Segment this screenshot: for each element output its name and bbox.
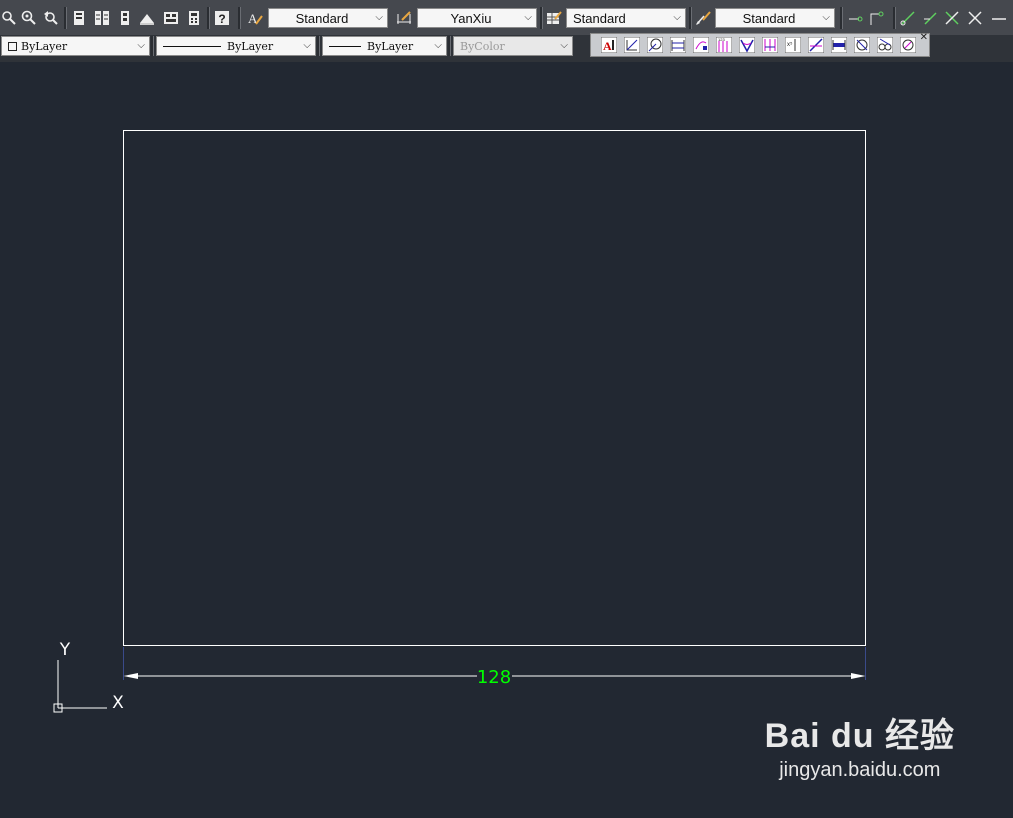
svg-text:A: A xyxy=(603,39,612,53)
arrow-right-icon xyxy=(851,673,866,679)
color-control-value: ByLayer xyxy=(21,39,68,53)
inspect-dim-icon[interactable] xyxy=(899,36,917,54)
dimension-style-icon[interactable] xyxy=(395,9,413,27)
drawing-rectangle xyxy=(123,130,866,646)
chevron-down-icon: ⌵ xyxy=(524,12,532,23)
color-swatch xyxy=(8,41,17,51)
watermark-url: jingyan.baidu.com xyxy=(779,759,941,781)
multileader-style-value: Standard xyxy=(742,10,796,26)
design-center-icon[interactable] xyxy=(93,9,111,27)
watermark-logo: Bai du 经验 xyxy=(764,717,955,755)
table-style-dropdown[interactable]: Standard ⌵ xyxy=(566,8,686,28)
properties-icon[interactable] xyxy=(70,9,88,27)
linetype-control-dropdown[interactable]: ByLayer ⌵ xyxy=(156,36,316,56)
text-annotation-icon[interactable]: A xyxy=(600,36,618,54)
plot-style-control-dropdown: ByColor ⌵ xyxy=(453,36,573,56)
continue-dim-icon[interactable] xyxy=(761,36,779,54)
arc-dim-icon[interactable] xyxy=(692,36,710,54)
zoom-realtime-icon[interactable] xyxy=(0,9,18,27)
chevron-down-icon: ⌵ xyxy=(560,40,568,51)
svg-text:?: ? xyxy=(218,12,225,26)
toolbar-separator xyxy=(238,7,241,29)
multileader-style-dropdown[interactable]: Standard ⌵ xyxy=(715,8,835,28)
dim-update-icon[interactable] xyxy=(830,36,848,54)
leader-collect-icon[interactable] xyxy=(921,9,939,27)
dimension-style-value: YanXiu xyxy=(450,10,492,26)
linear-dim-icon[interactable] xyxy=(623,36,641,54)
svg-text:x⁵: x⁵ xyxy=(787,41,793,48)
tolerance-icon[interactable] xyxy=(853,36,871,54)
toolbar-separator xyxy=(207,7,210,29)
text-style-dropdown[interactable]: Standard ⌵ xyxy=(268,8,388,28)
multileader-style-icon[interactable] xyxy=(694,9,712,27)
baidu-watermark: Bai du 经验 jingyan.baidu.com xyxy=(765,708,955,782)
dimension-text: 128 xyxy=(477,667,511,688)
dim-edit-text-icon[interactable]: x⁵ xyxy=(784,36,802,54)
chevron-down-icon: ⌵ xyxy=(673,12,681,23)
chevron-down-icon: ⌵ xyxy=(375,12,383,23)
lineweight-control-value: ByLayer xyxy=(367,39,414,53)
table-style-value: Standard xyxy=(573,10,626,26)
chevron-down-icon: ⌵ xyxy=(303,40,311,51)
toolbar-separator xyxy=(893,7,896,29)
text-style-value: Standard xyxy=(295,10,349,26)
toolbar-separator xyxy=(840,7,843,29)
arrow-left-icon xyxy=(123,673,138,679)
calculator-icon[interactable] xyxy=(185,9,203,27)
leader-align-icon[interactable] xyxy=(899,9,917,27)
zoom-previous-icon[interactable] xyxy=(42,9,60,27)
toolbar-separator xyxy=(448,36,451,56)
plot-style-control-value: ByColor xyxy=(460,39,505,53)
markup-set-icon[interactable] xyxy=(162,9,180,27)
zoom-window-icon[interactable] xyxy=(20,9,38,27)
ordinate-dim-icon[interactable]: 123 xyxy=(715,36,733,54)
chevron-down-icon: ⌵ xyxy=(137,40,145,51)
svg-text:123: 123 xyxy=(718,37,725,42)
toolbar-separator xyxy=(151,36,154,56)
dimension-toolbar: A 123 x⁵ ✕ xyxy=(590,32,930,57)
toolbar-separator xyxy=(540,7,543,29)
linetype-sample xyxy=(163,45,221,47)
ucs-x-label: X xyxy=(112,693,124,713)
help-icon[interactable]: ? xyxy=(213,9,231,27)
radius-dim-icon[interactable] xyxy=(646,36,664,54)
ucs-y-label: Y xyxy=(59,640,71,660)
toolbar-separator xyxy=(689,7,692,29)
lineweight-sample xyxy=(329,45,361,47)
baseline-dim-icon[interactable] xyxy=(669,36,687,54)
table-style-icon[interactable] xyxy=(545,9,563,27)
close-icon[interactable]: ✕ xyxy=(920,32,928,43)
drawing-canvas[interactable]: 128 Y X xyxy=(0,62,1013,818)
toolbar-separator xyxy=(64,7,67,29)
sheet-set-icon[interactable] xyxy=(138,9,156,27)
linetype-control-value: ByLayer xyxy=(227,39,274,53)
lineweight-control-dropdown[interactable]: ByLayer ⌵ xyxy=(322,36,447,56)
color-control-dropdown[interactable]: ByLayer ⌵ xyxy=(1,36,150,56)
tool-palettes-icon[interactable] xyxy=(116,9,134,27)
center-mark-icon[interactable] xyxy=(876,36,894,54)
add-leader-icon[interactable] xyxy=(868,9,886,27)
multileader-icon[interactable] xyxy=(847,9,865,27)
leader-x-icon[interactable] xyxy=(966,9,984,27)
dim-oblique-icon[interactable] xyxy=(807,36,825,54)
chevron-down-icon: ⌵ xyxy=(434,40,442,51)
angular-dim-icon[interactable] xyxy=(738,36,756,54)
chevron-down-icon: ⌵ xyxy=(822,12,830,23)
leader-line-icon[interactable] xyxy=(990,9,1008,27)
toolbar-separator xyxy=(317,36,320,56)
remove-leader-icon[interactable] xyxy=(943,9,961,27)
standard-toolbar: ? A Standard ⌵ YanXiu ⌵ Standard ⌵ Stand… xyxy=(0,0,1013,35)
text-style-icon[interactable]: A xyxy=(246,9,264,27)
dimension-style-dropdown[interactable]: YanXiu ⌵ xyxy=(417,8,537,28)
